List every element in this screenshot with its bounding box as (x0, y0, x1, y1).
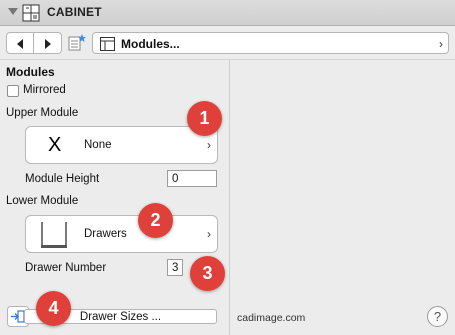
upper-module-value: None (84, 139, 112, 151)
upper-module-button[interactable]: X None › (25, 126, 218, 164)
upper-module-label: Upper Module (6, 107, 79, 119)
lower-module-button[interactable]: Drawers › (25, 215, 218, 253)
chevron-right-icon: › (207, 227, 211, 241)
drawer-number-input[interactable]: 3 (167, 259, 183, 276)
cabinet-icon (22, 4, 40, 22)
divider (0, 59, 455, 60)
drawer-number-label: Drawer Number (25, 262, 107, 274)
divider (229, 60, 230, 335)
mirrored-checkbox[interactable] (7, 85, 19, 97)
annotation-badge: 2 (138, 203, 173, 238)
chevron-right-icon: › (207, 138, 211, 152)
previous-button[interactable] (6, 32, 34, 54)
arrow-left-icon (17, 39, 23, 49)
panel-header[interactable]: CABINET (0, 0, 455, 26)
annotation-badge: 3 (190, 256, 225, 291)
favorites-icon[interactable] (66, 32, 88, 54)
chevron-right-icon: › (439, 37, 443, 51)
next-button[interactable] (34, 32, 62, 54)
brand-text: cadimage.com (237, 312, 306, 324)
arrow-right-icon (45, 39, 51, 49)
section-title: Modules (6, 65, 55, 79)
lower-module-value: Drawers (84, 228, 127, 240)
help-button[interactable]: ? (427, 306, 448, 327)
panel-layout-icon (100, 37, 115, 51)
module-height-label: Module Height (25, 173, 100, 185)
panel-title: CABINET (47, 5, 102, 19)
annotation-badge: 4 (36, 291, 71, 326)
mirrored-label: Mirrored (23, 84, 66, 96)
drawers-icon (41, 222, 67, 248)
lower-module-label: Lower Module (6, 195, 79, 207)
none-x-icon: X (48, 134, 62, 156)
module-height-input[interactable]: 0 (167, 170, 217, 187)
module-select-dropdown[interactable]: Modules... › (92, 32, 449, 54)
annotation-badge: 1 (187, 101, 222, 136)
collapse-triangle-icon[interactable] (8, 8, 18, 15)
module-select-label: Modules... (121, 37, 180, 51)
